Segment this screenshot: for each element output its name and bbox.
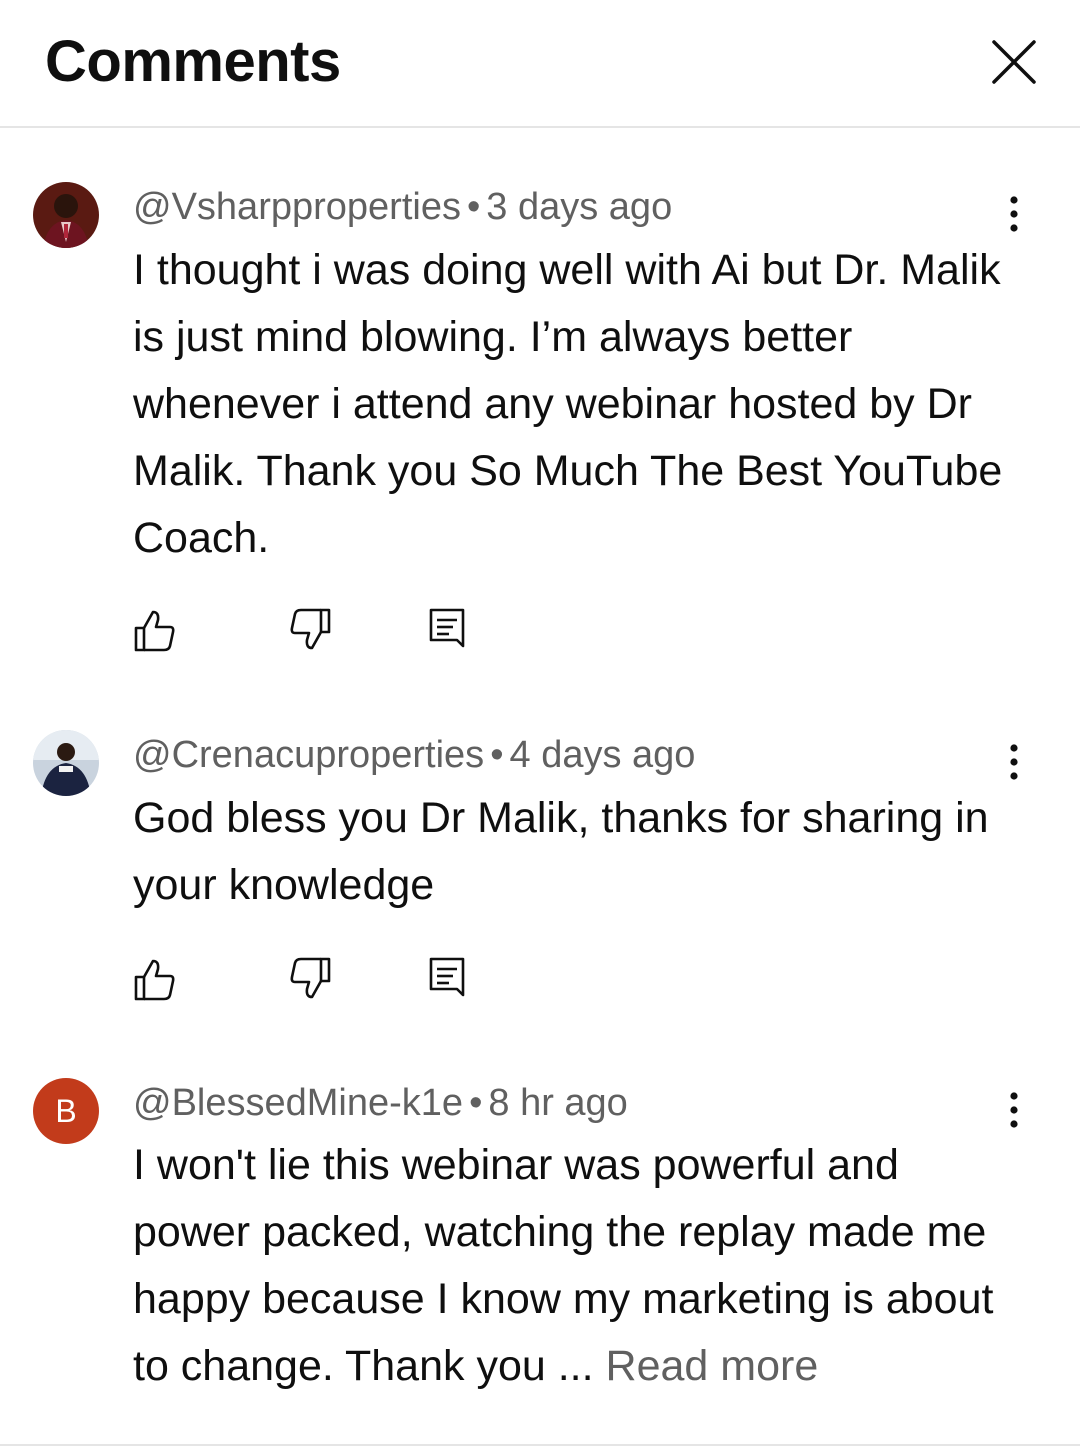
comment-text: I thought i was doing well with Ai but D… bbox=[133, 246, 1003, 562]
more-options-button[interactable] bbox=[994, 190, 1034, 240]
profile-photo bbox=[33, 182, 99, 248]
avatar[interactable]: B bbox=[33, 1078, 99, 1144]
comment-text: I won't lie this webinar was powerful an… bbox=[133, 1132, 1013, 1400]
dislike-button[interactable] bbox=[288, 955, 332, 1003]
more-vertical-icon bbox=[1010, 196, 1018, 232]
separator: • bbox=[490, 734, 504, 776]
comment-meta: @Vsharpproperties • 3 days ago bbox=[133, 186, 672, 229]
reply-button[interactable] bbox=[427, 606, 471, 654]
read-more-link[interactable]: Read more bbox=[606, 1342, 819, 1390]
comments-header: Comments bbox=[0, 0, 1080, 128]
profile-photo bbox=[33, 730, 99, 796]
author-handle[interactable]: @Vsharpproperties bbox=[133, 186, 461, 228]
separator: • bbox=[469, 1082, 483, 1124]
comment-meta: @BlessedMine-k1e • 8 hr ago bbox=[133, 1082, 628, 1125]
timestamp: 8 hr ago bbox=[488, 1082, 628, 1124]
close-button[interactable] bbox=[988, 36, 1042, 90]
timestamp: 4 days ago bbox=[509, 734, 696, 776]
avatar-letter: B bbox=[55, 1092, 77, 1129]
comment-meta: @Crenacuproperties • 4 days ago bbox=[133, 734, 695, 777]
avatar[interactable] bbox=[33, 182, 99, 248]
comment-text: God bless you Dr Malik, thanks for shari… bbox=[133, 794, 989, 909]
separator: • bbox=[466, 186, 481, 228]
comment-actions bbox=[133, 606, 533, 654]
more-vertical-icon bbox=[1010, 1092, 1018, 1128]
comment-text-content: I won't lie this webinar was powerful an… bbox=[133, 1141, 994, 1390]
like-button[interactable] bbox=[133, 606, 177, 654]
thumbs-up-icon bbox=[134, 610, 175, 652]
like-button[interactable] bbox=[133, 955, 177, 1003]
reply-icon bbox=[429, 608, 465, 648]
divider bbox=[0, 1444, 1080, 1452]
thumbs-down-icon bbox=[290, 608, 331, 650]
author-handle[interactable]: @BlessedMine-k1e bbox=[133, 1082, 463, 1124]
avatar[interactable] bbox=[33, 730, 99, 796]
reply-icon bbox=[429, 957, 465, 997]
more-options-button[interactable] bbox=[994, 738, 1034, 788]
more-vertical-icon bbox=[1010, 744, 1018, 780]
page-title: Comments bbox=[45, 29, 341, 94]
thumbs-down-icon bbox=[290, 957, 331, 999]
more-options-button[interactable] bbox=[994, 1086, 1034, 1136]
dislike-button[interactable] bbox=[288, 606, 332, 654]
author-handle[interactable]: @Crenacuproperties bbox=[133, 734, 484, 776]
close-icon bbox=[992, 40, 1036, 84]
comment-actions bbox=[133, 955, 533, 1003]
thumbs-up-icon bbox=[134, 959, 175, 1001]
timestamp: 3 days ago bbox=[486, 186, 673, 228]
reply-button[interactable] bbox=[427, 955, 471, 1003]
